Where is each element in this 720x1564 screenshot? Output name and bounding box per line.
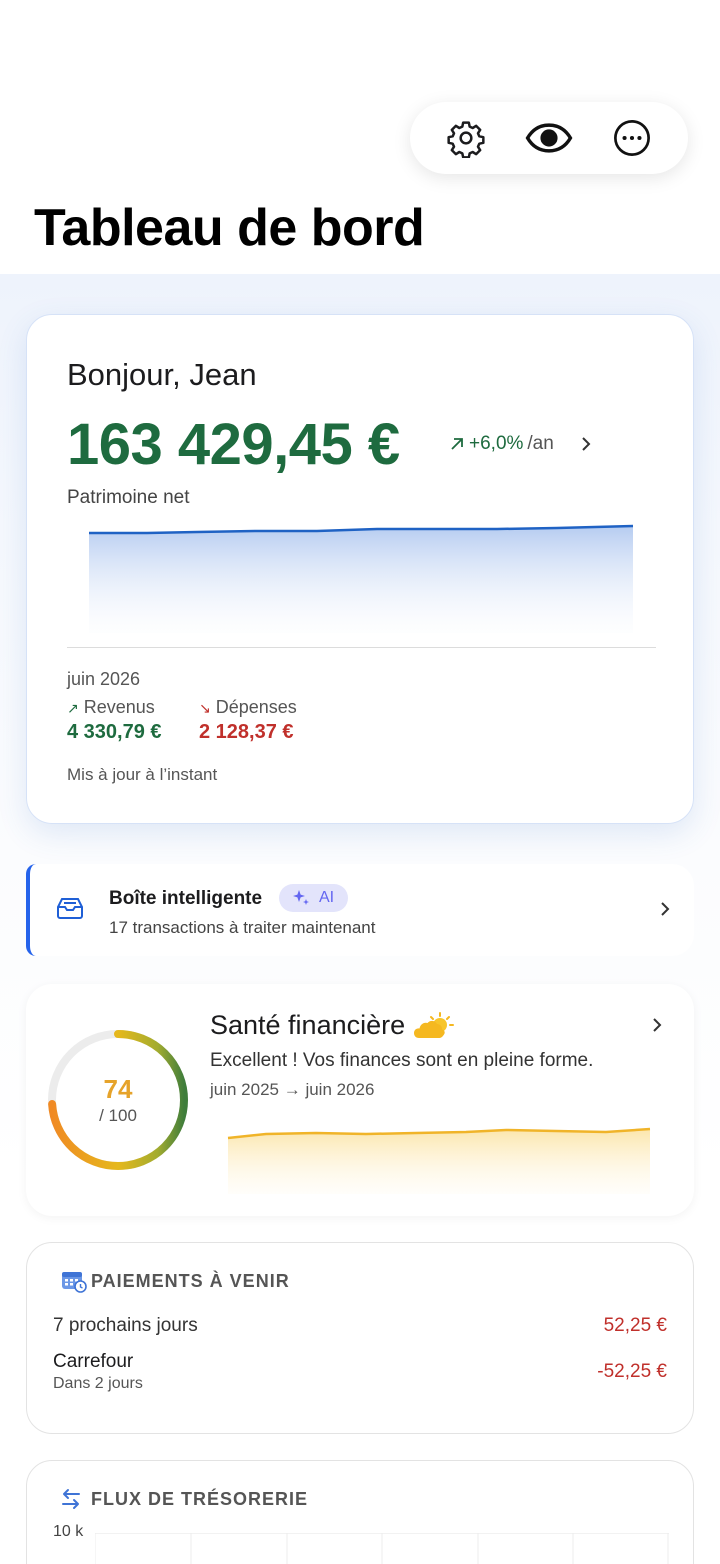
divider [67,647,656,648]
upcoming-summary-label: 7 prochains jours [53,1315,198,1336]
payment-name: Carrefour [53,1351,134,1372]
health-message: Excellent ! Vos finances sont en pleine … [210,1050,594,1071]
upcoming-summary-value: 52,25 € [603,1315,667,1336]
cash-flow-title: FLUX DE TRÉSORERIE [91,1489,309,1509]
sun-cloud-icon [414,1011,455,1038]
income-value: 4 330,79 € [67,721,162,743]
arrow-up-right-icon [451,438,463,450]
updated-status: Mis à jour à l’instant [67,765,218,784]
expenses-label: ↘ Dépenses [199,697,297,717]
arrow-up-right-icon: ↗ [67,700,79,716]
change-value: +6,0% [469,433,524,454]
health-score-max: / 100 [99,1106,137,1125]
chevron-right-icon[interactable] [658,900,672,918]
payment-amount: -52,25 € [597,1361,667,1382]
health-score: 74 [103,1074,133,1104]
transfer-arrows-icon [62,1489,80,1509]
greeting: Bonjour, Jean [67,357,257,392]
settings-button[interactable] [442,114,490,162]
chevron-right-icon[interactable] [579,435,593,453]
net-worth-change[interactable]: +6,0% /an [449,433,554,455]
arrow-down-right-icon: ↘ [199,700,211,716]
upcoming-payments-card[interactable]: PAIEMENTS À VENIR 7 prochains jours 52,2… [26,1242,694,1434]
health-title: Santé financière [210,1010,455,1041]
expenses-value: 2 128,37 € [199,721,294,743]
gear-icon [447,121,485,158]
inbox-icon [57,898,83,919]
eye-icon [525,123,573,153]
financial-health-card[interactable]: 74 / 100 Santé financière Excellent ! Vo… [26,984,694,1216]
toolbar [410,102,688,174]
net-worth-amount: 163 429,45 € [67,412,400,477]
net-worth-card[interactable]: Bonjour, Jean 163 429,45 € +6,0% /an Pat… [26,314,694,824]
payment-due: Dans 2 jours [53,1375,143,1392]
sparkles-icon [293,890,309,905]
upcoming-payments-title: PAIEMENTS À VENIR [91,1271,290,1291]
net-worth-chart [89,524,634,633]
header-area: Tableau de bord [0,0,720,274]
more-button[interactable] [608,114,656,162]
chevron-right-icon[interactable] [650,1016,664,1034]
cash-flow-chart [95,1533,669,1564]
ai-badge-label: AI [319,889,335,906]
change-period: /an [527,433,554,454]
ai-badge: AI [279,884,349,912]
current-month: juin 2026 [67,669,141,689]
net-worth-label: Patrimoine net [67,487,190,508]
y-axis-tick: 10 k [53,1523,84,1540]
smart-inbox-card[interactable]: Boîte intelligente AI 17 transactions à … [26,864,694,956]
page-title: Tableau de bord [34,199,425,257]
smart-inbox-title: Boîte intelligente [109,888,263,909]
cash-flow-card[interactable]: FLUX DE TRÉSORERIE 10 k [26,1460,694,1564]
health-period: juin 2025 → juin 2026 [210,1080,375,1099]
income-label: ↗ Revenus [67,697,155,717]
more-icon [614,120,651,156]
health-trend-chart [227,1127,651,1194]
smart-inbox-subtitle: 17 transactions à traiter maintenant [109,918,376,937]
calendar-clock-icon [62,1272,87,1293]
visibility-button[interactable] [525,114,573,162]
